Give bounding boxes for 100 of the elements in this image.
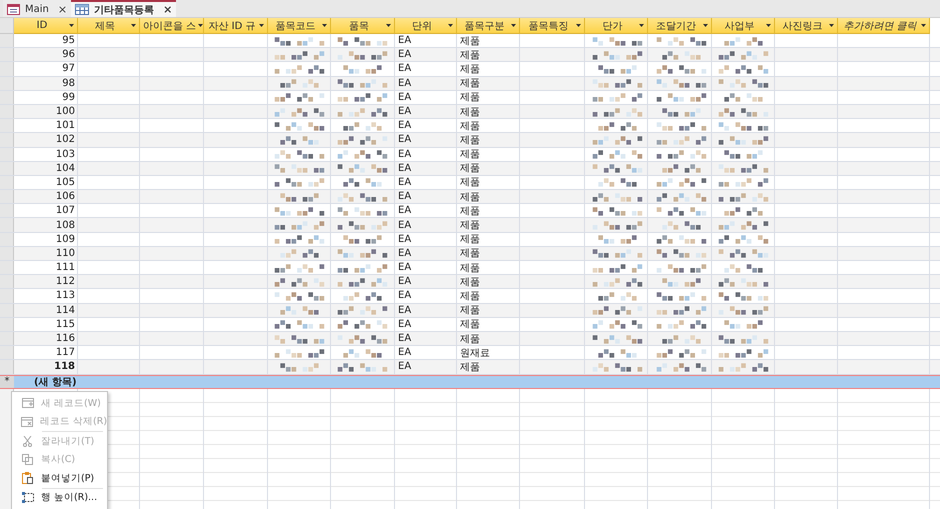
dropdown-caret-icon[interactable]	[448, 24, 453, 27]
column-header[interactable]: 단위	[395, 18, 457, 34]
table-row[interactable]: 96 EA 제품	[0, 48, 940, 62]
table-row[interactable]: 109 EA 제품	[0, 232, 940, 247]
record-selector[interactable]	[0, 346, 14, 360]
table-row[interactable]: 100 EA 제품	[0, 104, 940, 120]
close-icon[interactable]: ×	[54, 3, 68, 16]
column-header[interactable]: 품목특징	[520, 18, 585, 34]
column-header[interactable]: ID	[14, 18, 78, 34]
record-selector[interactable]	[0, 162, 14, 175]
table-row[interactable]: 117 EA 원재료	[0, 346, 940, 360]
table-row[interactable]: 112 EA 제품	[0, 275, 940, 290]
column-header[interactable]: 조달기간	[648, 18, 712, 34]
dropdown-caret-icon[interactable]	[639, 24, 644, 27]
category-text: 제품	[460, 134, 480, 146]
record-selector[interactable]	[0, 204, 14, 218]
table-row[interactable]: 115 EA 제품	[0, 318, 940, 332]
record-selector[interactable]	[0, 190, 14, 204]
record-selector[interactable]	[0, 232, 14, 246]
dropdown-caret-icon[interactable]	[829, 24, 834, 27]
record-selector[interactable]	[0, 119, 14, 132]
column-header[interactable]: 사업부	[712, 18, 775, 34]
column-header[interactable]: 아이콘을 스	[140, 18, 204, 34]
table-row[interactable]: 113 EA 제품	[0, 289, 940, 304]
record-selector[interactable]	[0, 360, 14, 374]
column-header[interactable]: 사진링크	[775, 18, 838, 34]
dropdown-caret-icon[interactable]	[69, 24, 74, 27]
table-row[interactable]: 118 EA 제품	[0, 360, 940, 374]
record-selector[interactable]	[0, 62, 14, 76]
record-selector[interactable]	[0, 332, 14, 346]
table-row[interactable]: 101 EA 제품	[0, 119, 940, 134]
dropdown-caret-icon[interactable]	[511, 24, 516, 27]
menu-item[interactable]: 붙여넣기(P)	[12, 469, 107, 488]
document-tab[interactable]: 기타품목등록 ×	[71, 0, 176, 17]
column-header[interactable]: 제목	[78, 18, 140, 34]
table-row[interactable]: 104 EA 제품	[0, 162, 940, 176]
category-text: 제품	[460, 91, 480, 104]
table-icon	[75, 4, 90, 15]
record-selector[interactable]	[0, 90, 14, 104]
category-text: 제품	[460, 148, 480, 161]
column-header[interactable]: 품목	[331, 18, 395, 34]
table-row[interactable]: 103 EA 제품	[0, 148, 940, 162]
menu-item[interactable]: 행 높이(R)...	[12, 488, 107, 507]
id-text: 101	[56, 120, 75, 132]
record-selector[interactable]	[0, 289, 14, 303]
record-selector[interactable]	[0, 148, 14, 161]
table-row[interactable]: 97 EA 제품	[0, 62, 940, 77]
id-text: 112	[56, 276, 75, 288]
dropdown-caret-icon[interactable]	[703, 24, 708, 27]
table-row[interactable]: 99 EA 제품	[0, 90, 940, 105]
record-selector[interactable]	[0, 218, 14, 232]
table-row[interactable]: 108 EA 제품	[0, 218, 940, 233]
table-row[interactable]: 116 EA 제품	[0, 332, 940, 346]
record-selector[interactable]	[0, 133, 14, 146]
delete-record-icon	[21, 416, 33, 427]
new-record-marker[interactable]: *	[0, 374, 14, 388]
table-row[interactable]: 102 EA 제품	[0, 133, 940, 148]
record-selector[interactable]	[0, 246, 14, 260]
dropdown-caret-icon[interactable]	[259, 24, 264, 27]
copy-icon	[22, 454, 33, 466]
table-row[interactable]: 106 EA 제품	[0, 190, 940, 204]
column-header[interactable]: 품목구분	[457, 18, 520, 34]
column-header[interactable]: 추가하려면 클릭	[838, 18, 930, 34]
record-selector[interactable]	[0, 318, 14, 331]
new-record-row[interactable]: (새 항목)	[14, 374, 940, 388]
id-text: 110	[56, 248, 75, 259]
record-selector[interactable]	[0, 104, 14, 118]
dropdown-caret-icon[interactable]	[322, 24, 327, 27]
table-row[interactable]: 111 EA 제품	[0, 261, 940, 276]
record-selector[interactable]	[0, 76, 14, 90]
dropdown-caret-icon[interactable]	[131, 24, 136, 27]
table-row[interactable]: 105 EA 제품	[0, 176, 940, 190]
document-tab[interactable]: Main ×	[3, 0, 72, 17]
column-header[interactable]: 단가	[585, 18, 648, 34]
dropdown-caret-icon[interactable]	[576, 24, 581, 27]
record-selector[interactable]	[0, 48, 14, 62]
form-icon	[7, 4, 20, 15]
column-header[interactable]: 품목코드	[268, 18, 331, 34]
category-text: 제품	[460, 219, 480, 232]
id-text: 97	[62, 63, 75, 74]
select-all-corner[interactable]	[0, 18, 14, 34]
table-row[interactable]: 114 EA 제품	[0, 304, 940, 318]
record-selector[interactable]	[0, 304, 14, 317]
dropdown-caret-icon[interactable]	[766, 24, 771, 27]
record-selector[interactable]	[0, 261, 14, 274]
column-header[interactable]: 자산 ID 규	[204, 18, 268, 34]
record-selector[interactable]	[0, 176, 14, 190]
dropdown-caret-icon[interactable]	[921, 24, 926, 27]
close-icon[interactable]: ×	[159, 3, 172, 16]
unit-text: EA	[398, 148, 412, 160]
table-row[interactable]: 107 EA 제품	[0, 204, 940, 218]
clipboard-icon	[22, 472, 33, 484]
table-row[interactable]: 98 EA 제품	[0, 76, 940, 91]
dropdown-caret-icon[interactable]	[386, 24, 391, 27]
dropdown-caret-icon[interactable]	[198, 24, 203, 27]
unit-text: EA	[398, 49, 412, 60]
record-selector[interactable]	[0, 275, 14, 288]
table-row[interactable]: 95 EA 제품	[0, 34, 940, 48]
record-selector[interactable]	[0, 34, 14, 48]
table-row[interactable]: 110 EA 제품	[0, 246, 940, 261]
